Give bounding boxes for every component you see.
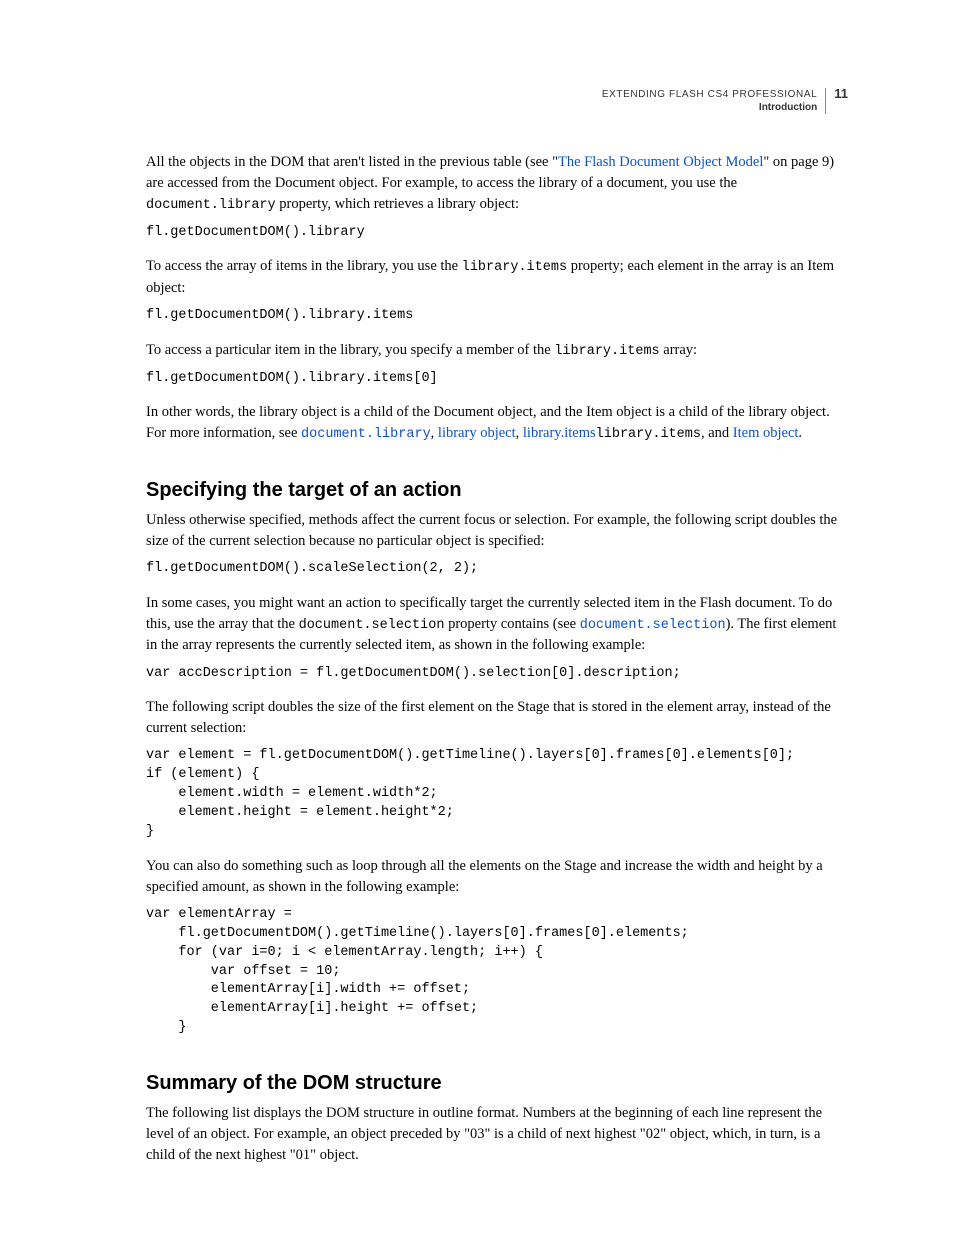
- text: , and: [701, 425, 733, 441]
- code-block-5: var accDescription = fl.getDocumentDOM()…: [146, 665, 848, 684]
- code-block-7: var elementArray = fl.getDocumentDOM().g…: [146, 906, 848, 1038]
- code-block-6: var element = fl.getDocumentDOM().getTim…: [146, 747, 848, 841]
- para-5: Unless otherwise specified, methods affe…: [146, 510, 848, 552]
- code-inline: document.selection: [299, 618, 445, 633]
- link-item-object[interactable]: Item object: [733, 425, 799, 441]
- running-head-text: EXTENDING FLASH CS4 PROFESSIONAL Introdu…: [602, 88, 826, 114]
- link-document-library[interactable]: document.library: [301, 427, 431, 442]
- link-document-selection[interactable]: document.selection: [580, 618, 726, 633]
- page-number: 11: [826, 87, 848, 100]
- code-inline: document.library: [146, 198, 276, 213]
- text: ,: [516, 425, 523, 441]
- para-2: To access the array of items in the libr…: [146, 256, 848, 299]
- link-flash-dom[interactable]: The Flash Document Object Model: [558, 154, 763, 170]
- text: ,: [431, 425, 438, 441]
- para-7: The following script doubles the size of…: [146, 697, 848, 739]
- para-8: You can also do something such as loop t…: [146, 856, 848, 898]
- para-6: In some cases, you might want an action …: [146, 593, 848, 657]
- text: property contains (see: [444, 616, 579, 632]
- code-inline: library.items: [554, 344, 659, 359]
- text: All the objects in the DOM that aren't l…: [146, 154, 558, 170]
- page: EXTENDING FLASH CS4 PROFESSIONAL Introdu…: [0, 0, 954, 1234]
- code-inline: library.items: [596, 427, 701, 442]
- code-block-1: fl.getDocumentDOM().library: [146, 224, 848, 243]
- para-1: All the objects in the DOM that aren't l…: [146, 152, 848, 216]
- text: property, which retrieves a library obje…: [276, 196, 519, 212]
- book-title: EXTENDING FLASH CS4 PROFESSIONAL: [602, 88, 817, 101]
- text: .: [798, 425, 802, 441]
- text: To access a particular item in the libra…: [146, 342, 554, 358]
- heading-specifying-target: Specifying the target of an action: [146, 479, 848, 502]
- code-inline: library.items: [462, 260, 567, 275]
- link-library-object[interactable]: library object: [438, 425, 516, 441]
- para-9: The following list displays the DOM stru…: [146, 1103, 848, 1166]
- text: array:: [660, 342, 697, 358]
- chapter-title: Introduction: [602, 101, 817, 114]
- code-block-3: fl.getDocumentDOM().library.items[0]: [146, 370, 848, 389]
- link-library-items[interactable]: library.items: [523, 425, 596, 441]
- code-block-2: fl.getDocumentDOM().library.items: [146, 307, 848, 326]
- para-3: To access a particular item in the libra…: [146, 340, 848, 362]
- running-head: EXTENDING FLASH CS4 PROFESSIONAL Introdu…: [146, 88, 848, 114]
- para-4: In other words, the library object is a …: [146, 402, 848, 445]
- text: To access the array of items in the libr…: [146, 258, 462, 274]
- code-block-4: fl.getDocumentDOM().scaleSelection(2, 2)…: [146, 560, 848, 579]
- heading-summary-dom: Summary of the DOM structure: [146, 1072, 848, 1095]
